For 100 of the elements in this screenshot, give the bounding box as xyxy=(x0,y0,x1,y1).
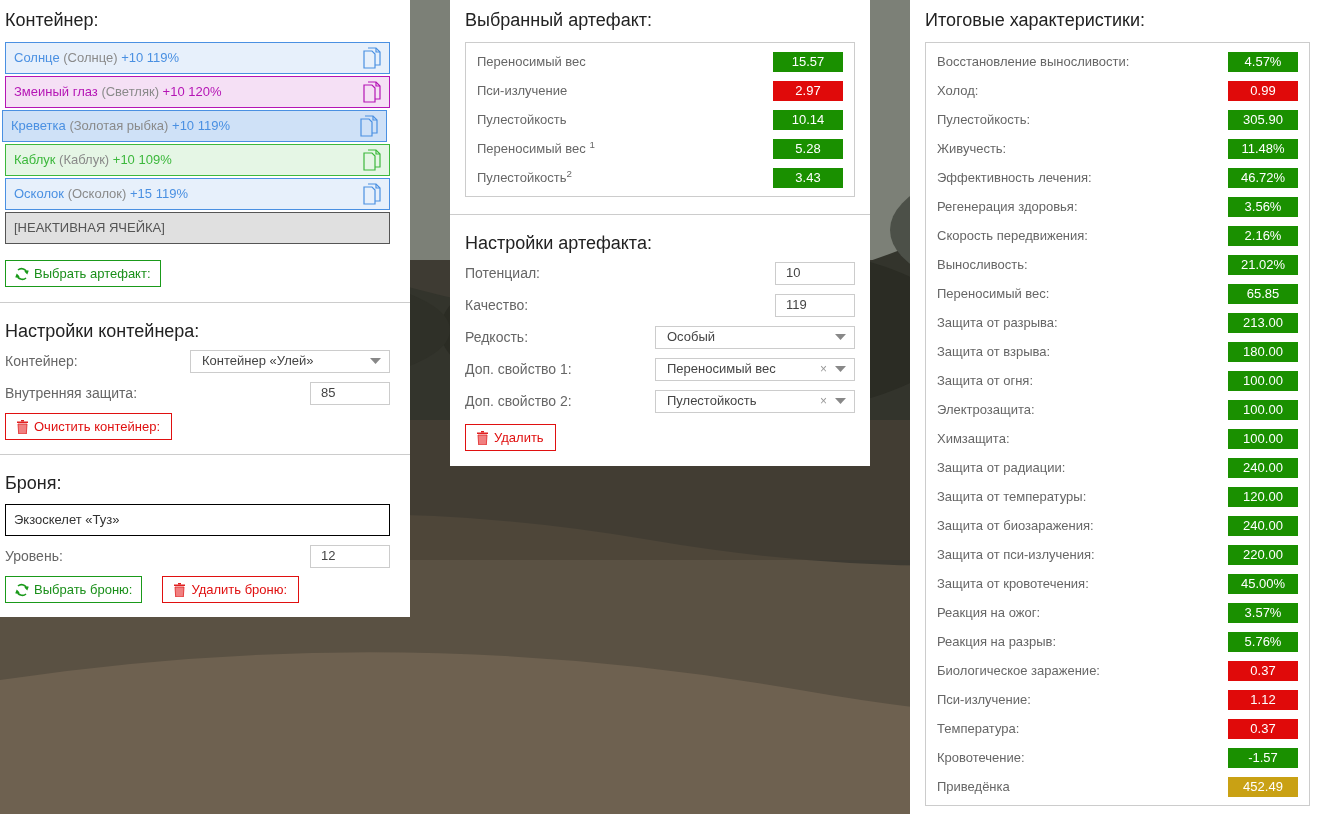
stat-label: Восстановление выносливости: xyxy=(937,52,1130,71)
dropdown-caret-icon xyxy=(370,358,381,364)
armor-field[interactable]: Экзоскелет «Туз» xyxy=(5,504,390,536)
stat-value: 5.28 xyxy=(773,138,843,159)
stat-value: 0.37 xyxy=(1228,718,1298,739)
dropdown-caret-icon xyxy=(835,366,846,372)
number-field[interactable]: 10 xyxy=(775,261,855,285)
clear-button[interactable]: × xyxy=(820,392,827,410)
stat-value: 15.57 xyxy=(773,51,843,72)
stat-label: Защита от пси-излучения: xyxy=(937,545,1095,564)
stat-label: Химзащита: xyxy=(937,429,1010,448)
section-title: Настройки артефакта: xyxy=(465,232,653,255)
copy-icon[interactable] xyxy=(363,81,381,103)
field-label: Контейнер: xyxy=(5,351,78,371)
stat-value: 240.00 xyxy=(1228,457,1298,478)
stat-value: 11.48% xyxy=(1228,138,1298,159)
stat-label: Защита от кровотечения: xyxy=(937,574,1089,593)
stat-label: Реакция на разрыв: xyxy=(937,632,1056,651)
section-title: Настройки контейнера: xyxy=(5,320,201,343)
section-title: Броня: xyxy=(5,472,63,495)
stat-value: 305.90 xyxy=(1228,109,1298,130)
copy-icon[interactable] xyxy=(360,115,378,137)
stat-label: Переносимый вес: xyxy=(937,284,1050,303)
clear-container-button[interactable]: Очистить контейнер: xyxy=(5,413,172,440)
stat-label: Пулестойкость xyxy=(477,110,567,129)
stat-label: Защита от разрыва: xyxy=(937,313,1058,332)
dropdown[interactable]: Контейнер «Улей» xyxy=(190,349,390,373)
stat-value: 65.85 xyxy=(1228,283,1298,304)
artifact-slot[interactable]: Осколок (Осколок) +15 119% xyxy=(5,178,390,210)
stat-label: Переносимый вес xyxy=(477,52,586,71)
field-label: Редкость: xyxy=(465,327,529,347)
number-field[interactable]: 119 xyxy=(775,293,855,317)
artifact-slot[interactable]: Каблук (Каблук) +10 109% xyxy=(5,144,390,176)
stat-label: Пулестойкость: xyxy=(937,110,1031,129)
stat-value: 180.00 xyxy=(1228,341,1298,362)
field-label: Потенциал: xyxy=(465,263,540,283)
copy-icon[interactable] xyxy=(363,183,381,205)
stat-label: Защита от взрыва: xyxy=(937,342,1051,361)
stat-label: Регенерация здоровья: xyxy=(937,197,1078,216)
artifact-slot[interactable]: Солнце (Солнце) +10 119% xyxy=(5,42,390,74)
clear-button[interactable]: × xyxy=(820,360,827,378)
artifact-name: Осколок (Осколок) +15 119% xyxy=(14,185,188,204)
copy-icon[interactable] xyxy=(363,47,381,69)
section-title: Итоговые характеристики: xyxy=(925,9,1146,32)
dropdown[interactable]: Переносимый вес × xyxy=(655,357,855,381)
stat-value: 240.00 xyxy=(1228,515,1298,536)
stat-value: 46.72% xyxy=(1228,167,1298,188)
refresh-icon xyxy=(15,582,29,597)
trash-icon xyxy=(477,430,488,445)
field-label: Качество: xyxy=(465,295,529,315)
stat-label: Температура: xyxy=(937,719,1020,738)
stat-label: Защита от огня: xyxy=(937,371,1033,390)
stat-label: Выносливость: xyxy=(937,255,1028,274)
stat-label: Живучесть: xyxy=(937,139,1007,158)
select-artifact-button[interactable]: Выбрать артефакт: xyxy=(5,260,161,287)
trash-icon xyxy=(174,582,186,597)
stat-label: Пси-излучение xyxy=(477,81,568,100)
stat-value: 3.56% xyxy=(1228,196,1298,217)
stat-value: 10.14 xyxy=(773,109,843,130)
stat-value: 213.00 xyxy=(1228,312,1298,333)
number-field[interactable]: 12 xyxy=(310,544,390,568)
artifact-name: Змеиный глаз (Светляк) +10 120% xyxy=(14,83,222,102)
delete-artifact-button[interactable]: Удалить xyxy=(465,424,556,451)
stat-value: 4.57% xyxy=(1228,51,1298,72)
dropdown-caret-icon xyxy=(835,398,846,404)
copy-icon[interactable] xyxy=(363,149,381,171)
stat-label: Кровотечение: xyxy=(937,748,1025,767)
dropdown[interactable]: Пулестойкость × xyxy=(655,389,855,413)
stat-label: Эффективность лечения: xyxy=(937,168,1092,187)
section-title: Контейнер: xyxy=(5,9,100,32)
stat-label: Защита от биозаражения: xyxy=(937,516,1094,535)
number-field[interactable]: 85 xyxy=(310,381,390,405)
select-armor-button[interactable]: Выбрать броню: xyxy=(5,576,143,603)
stat-label: Защита от температуры: xyxy=(937,487,1087,506)
refresh-icon xyxy=(15,266,29,281)
stat-value: 45.00% xyxy=(1228,573,1298,594)
inactive-slot: [НЕАКТИВНАЯ ЯЧЕЙКА] xyxy=(5,212,390,244)
stat-label: Переносимый вес $^{1}$ xyxy=(477,138,595,158)
stat-value: 120.00 xyxy=(1228,486,1298,507)
stat-label: Реакция на ожог: xyxy=(937,603,1040,622)
stat-label: Скорость передвижения: xyxy=(937,226,1088,245)
stat-value: -1.57 xyxy=(1228,747,1298,768)
dropdown[interactable]: Особый xyxy=(655,325,855,349)
artifact-slot[interactable]: Змеиный глаз (Светляк) +10 120% xyxy=(5,76,390,108)
delete-armor-button[interactable]: Удалить броню: xyxy=(162,576,300,603)
field-label: Уровень: xyxy=(5,546,63,566)
stat-value: 0.99 xyxy=(1228,80,1298,101)
field-label: Внутренняя защита: xyxy=(5,383,138,403)
artifact-slot[interactable]: Креветка (Золотая рыбка) +10 119% xyxy=(2,110,387,142)
stat-value: 21.02% xyxy=(1228,254,1298,275)
section-title: Выбранный артефакт: xyxy=(465,9,653,32)
stat-value: 3.57% xyxy=(1228,602,1298,623)
stat-label: Холод: xyxy=(937,81,979,100)
artifact-name: Каблук (Каблук) +10 109% xyxy=(14,151,172,170)
stat-value: 3.43 xyxy=(773,167,843,188)
stat-value: 100.00 xyxy=(1228,428,1298,449)
stat-value: 5.76% xyxy=(1228,631,1298,652)
stat-value: 2.16% xyxy=(1228,225,1298,246)
stat-value: 1.12 xyxy=(1228,689,1298,710)
trash-icon xyxy=(17,419,28,434)
